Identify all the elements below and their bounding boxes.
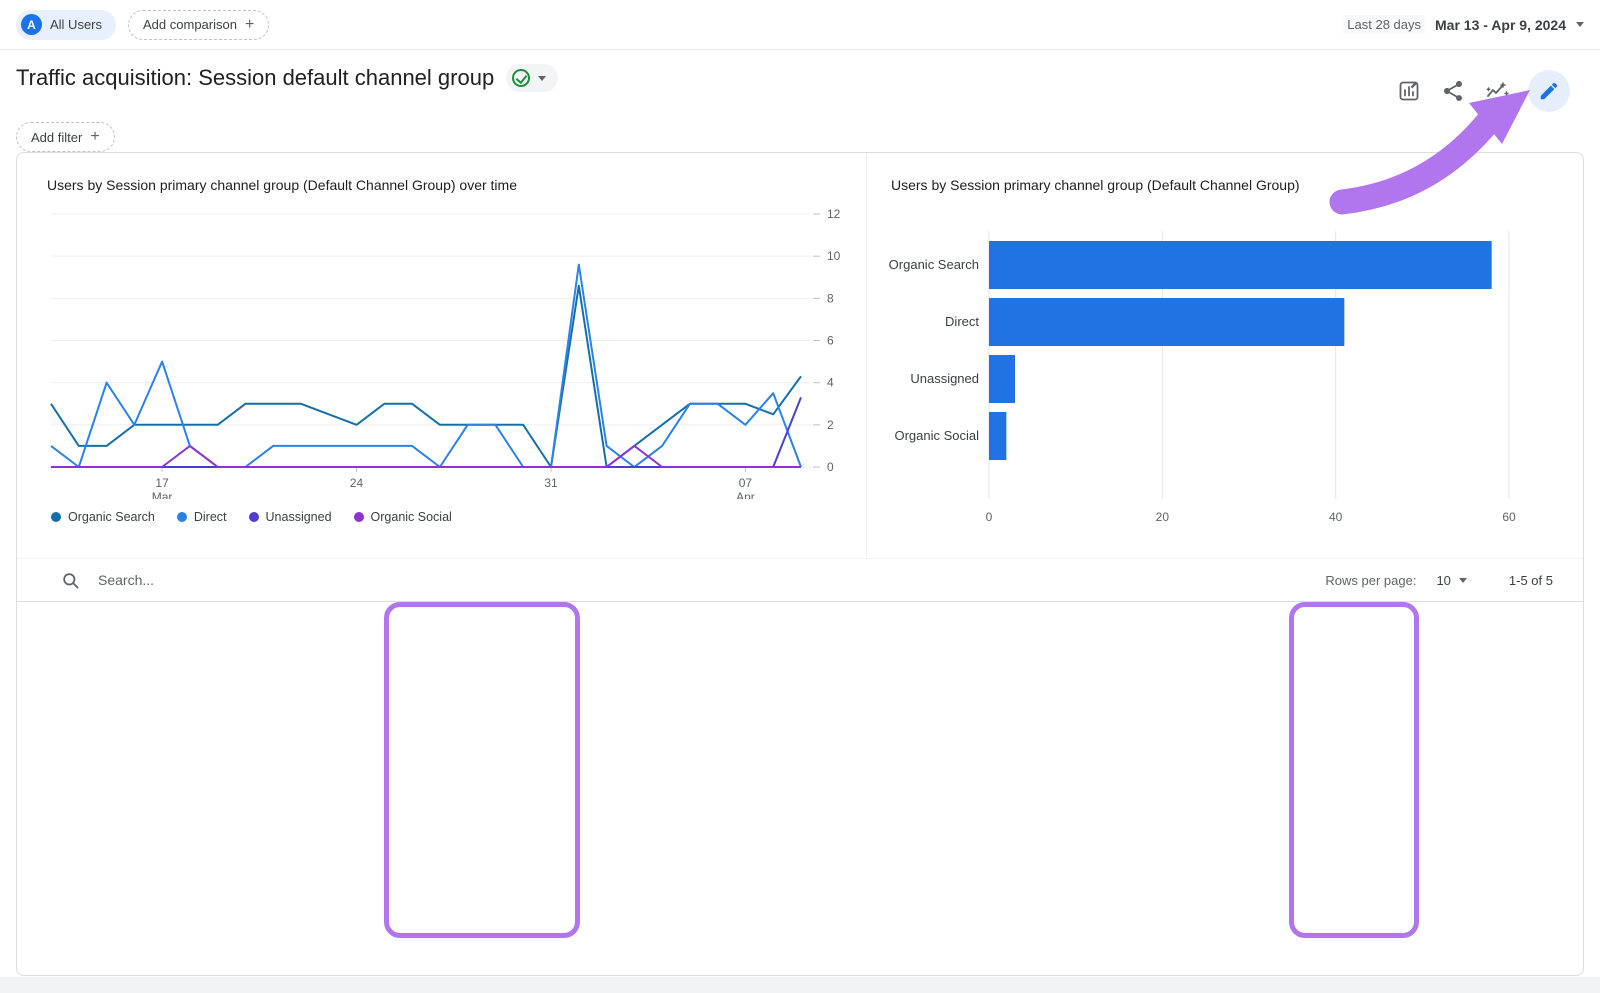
svg-text:24: 24 xyxy=(350,476,364,490)
bar-chart-panel: Users by Session primary channel group (… xyxy=(867,153,1583,558)
add-comparison-label: Add comparison xyxy=(143,17,237,32)
bar-direct xyxy=(989,298,1344,346)
svg-text:Organic Search: Organic Search xyxy=(889,257,979,272)
legend-item-unassigned[interactable]: Unassigned xyxy=(249,510,332,524)
top-bar: A All Users Add comparison + Last 28 day… xyxy=(0,0,1600,50)
svg-text:60: 60 xyxy=(1502,510,1516,524)
report-card: Users by Session primary channel group (… xyxy=(16,152,1584,976)
page-bottom-strip xyxy=(0,977,1600,993)
svg-text:8: 8 xyxy=(827,291,834,305)
report-toolbar xyxy=(1396,64,1584,112)
legend-label: Organic Social xyxy=(371,510,452,524)
legend-item-organic-social[interactable]: Organic Social xyxy=(354,510,452,524)
chevron-down-icon[interactable] xyxy=(1459,578,1467,583)
audience-avatar: A xyxy=(21,14,42,35)
line-series-organic-search xyxy=(51,286,801,467)
svg-text:20: 20 xyxy=(1156,510,1170,524)
pagination-label: 1-5 of 5 xyxy=(1509,573,1553,588)
svg-text:10: 10 xyxy=(827,249,841,263)
svg-text:17: 17 xyxy=(155,476,169,490)
legend-item-direct[interactable]: Direct xyxy=(177,510,227,524)
check-circle-icon xyxy=(512,69,530,87)
date-preset-label: Last 28 days xyxy=(1343,15,1425,34)
search-input[interactable] xyxy=(96,571,1325,589)
legend-dot xyxy=(249,512,259,522)
svg-text:40: 40 xyxy=(1329,510,1343,524)
add-comparison-button[interactable]: Add comparison + xyxy=(128,10,269,40)
svg-text:4: 4 xyxy=(827,376,834,390)
legend-item-organic-search[interactable]: Organic Search xyxy=(51,510,155,524)
bar-organic-search xyxy=(989,241,1492,289)
svg-text:2: 2 xyxy=(827,418,834,432)
svg-text:Mar: Mar xyxy=(152,490,173,499)
svg-text:Apr: Apr xyxy=(736,490,755,499)
bar-unassigned xyxy=(989,355,1015,403)
chevron-down-icon xyxy=(538,76,546,81)
bar-organic-social xyxy=(989,412,1006,460)
add-filter-button[interactable]: Add filter + xyxy=(16,122,115,152)
table-header-row xyxy=(17,602,1583,699)
bar-chart-title: Users by Session primary channel group (… xyxy=(867,177,1583,193)
chevron-down-icon xyxy=(1576,22,1584,27)
share-icon[interactable] xyxy=(1440,78,1466,104)
svg-text:0: 0 xyxy=(827,460,834,474)
plus-icon: + xyxy=(245,17,254,33)
legend-dot xyxy=(354,512,364,522)
legend-dot xyxy=(51,512,61,522)
legend-label: Unassigned xyxy=(266,510,332,524)
line-chart-legend: Organic Search Direct Unassigned Organic So… xyxy=(17,510,866,524)
date-range-label: Mar 13 - Apr 9, 2024 xyxy=(1435,17,1566,33)
rows-per-page-label: Rows per page: xyxy=(1325,573,1416,588)
rows-per-page-value[interactable]: 10 xyxy=(1436,573,1450,588)
line-chart-panel: Users by Session primary channel group (… xyxy=(17,153,867,558)
svg-text:07: 07 xyxy=(739,476,753,490)
add-filter-label: Add filter xyxy=(31,130,82,145)
data-quality-badge[interactable] xyxy=(506,64,558,92)
legend-label: Direct xyxy=(194,510,227,524)
bar-chart[interactable]: 0 20 40 60 Organic Search Direct Unassigned Org… xyxy=(867,203,1583,533)
table-totals-row xyxy=(17,699,1583,757)
line-chart-title: Users by Session primary channel group (… xyxy=(17,177,866,193)
edit-pencil-icon xyxy=(1538,80,1560,102)
date-range-picker[interactable]: Last 28 days Mar 13 - Apr 9, 2024 xyxy=(1343,15,1584,34)
svg-text:12: 12 xyxy=(827,207,841,221)
table-search-row: Rows per page: 10 1-5 of 5 xyxy=(17,558,1583,602)
page-title: Traffic acquisition: Session default cha… xyxy=(16,65,494,91)
line-chart[interactable]: 02468101217Mar243107Apr xyxy=(17,199,867,499)
svg-text:Unassigned: Unassigned xyxy=(910,371,979,386)
svg-text:0: 0 xyxy=(986,510,993,524)
svg-text:6: 6 xyxy=(827,334,834,348)
legend-dot xyxy=(177,512,187,522)
svg-text:Direct: Direct xyxy=(945,314,979,329)
search-icon xyxy=(61,571,80,590)
audience-chip-label: All Users xyxy=(50,17,102,32)
plus-icon: + xyxy=(90,129,99,145)
line-series-direct xyxy=(51,265,801,467)
edit-report-button[interactable] xyxy=(1528,70,1570,112)
customize-report-icon[interactable] xyxy=(1396,78,1422,104)
insights-icon[interactable] xyxy=(1484,78,1510,104)
svg-text:31: 31 xyxy=(544,476,558,490)
svg-text:Organic Social: Organic Social xyxy=(894,428,979,443)
legend-label: Organic Search xyxy=(68,510,155,524)
audience-chip-all-users[interactable]: A All Users xyxy=(16,10,116,40)
